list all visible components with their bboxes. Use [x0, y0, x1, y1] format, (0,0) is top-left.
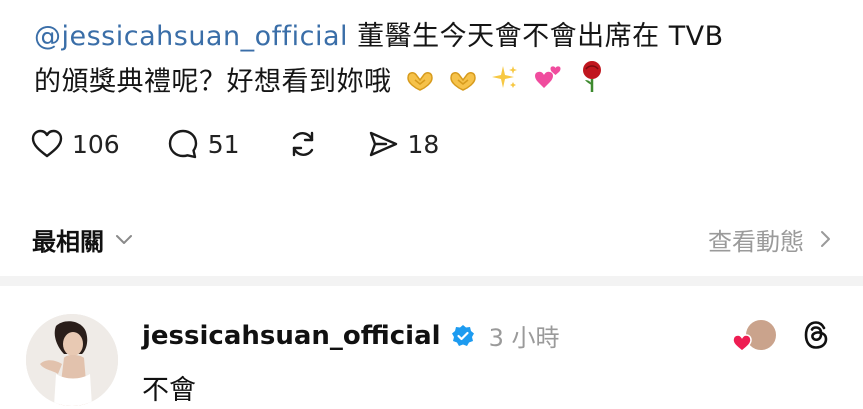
reply-meta [732, 318, 832, 352]
comment-icon [168, 129, 197, 159]
profile-photo [26, 314, 118, 406]
post-text-line1: 董醫生今天會不會出席在 TVB [357, 21, 724, 52]
reply-text: 不會 [142, 375, 196, 406]
liked-by-avatar [732, 318, 778, 352]
liked-heart-icon [732, 334, 752, 352]
reply-username[interactable]: jessicahsuan_official [142, 321, 441, 351]
section-divider [0, 276, 863, 286]
like-button[interactable]: 106 [30, 127, 120, 161]
post-text: @jessicahsuan_official 董醫生今天會不會出席在 TVB 的… [34, 14, 834, 107]
repost-icon [292, 131, 313, 157]
sort-row: 最相關 查看動態 [32, 216, 832, 262]
reply-item: jessicahsuan_official 3 小時 不會 [26, 300, 836, 409]
heart-hands-icon [405, 61, 435, 106]
post-text-line2: 的頒獎典禮呢？好想看到妳哦 [34, 66, 392, 98]
comment-button[interactable]: 51 [166, 127, 240, 161]
heart-hands-icon [448, 61, 478, 106]
threads-icon[interactable] [802, 319, 832, 351]
view-activity-label: 查看動態 [708, 227, 804, 256]
sparkles-icon [491, 61, 519, 106]
share-button[interactable]: 18 [366, 127, 440, 161]
repost-button[interactable] [286, 127, 320, 161]
like-count: 106 [72, 129, 120, 159]
rose-icon [577, 59, 607, 107]
chevron-right-icon [821, 231, 830, 247]
avatar[interactable] [26, 314, 118, 406]
two-hearts-icon [532, 61, 564, 106]
action-bar: 106 51 18 [30, 122, 485, 166]
reply-header: jessicahsuan_official 3 小時 [142, 318, 559, 353]
verified-badge-icon [451, 324, 474, 346]
send-icon [369, 131, 397, 157]
view-activity-link[interactable]: 查看動態 [708, 222, 832, 257]
mention-link[interactable]: @jessicahsuan_official [34, 21, 348, 52]
share-count: 18 [407, 129, 440, 159]
heart-icon [31, 129, 63, 158]
comment-count: 51 [207, 129, 240, 159]
chevron-down-icon [116, 235, 132, 244]
sort-label: 最相關 [32, 227, 104, 256]
sort-dropdown[interactable]: 最相關 [32, 222, 134, 257]
reply-time: 3 小時 [488, 324, 560, 352]
